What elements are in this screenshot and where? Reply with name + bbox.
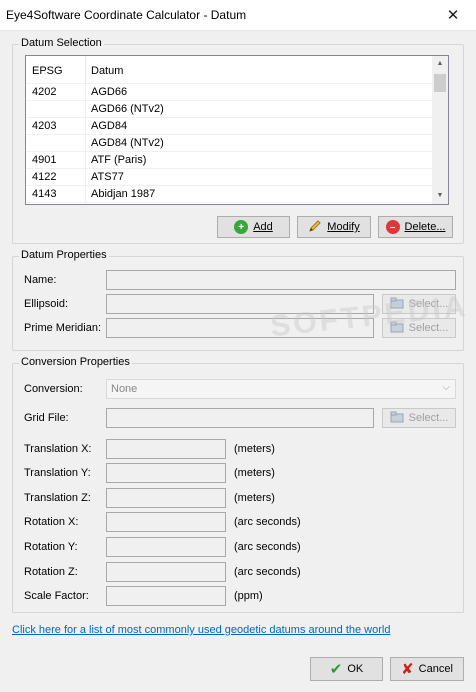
datum-selection-label: Datum Selection — [19, 37, 104, 49]
translation-x-label: Translation X: — [24, 443, 92, 455]
close-icon: ✕ — [446, 7, 460, 24]
rotation-z-label: Rotation Z: — [24, 566, 78, 578]
cancel-button-label: Cancel — [418, 663, 453, 675]
rotation-z-unit: (arc seconds) — [234, 566, 301, 578]
cell-epsg: 4143 — [32, 188, 57, 200]
scroll-down-icon[interactable]: ▼ — [432, 188, 448, 204]
plus-icon: + — [234, 220, 249, 234]
checkmark-icon: ✔ — [329, 661, 343, 678]
cell-datum: AGD84 (NTv2) — [91, 137, 164, 149]
cell-datum: AGD66 (NTv2) — [91, 103, 164, 115]
translation-z-unit: (meters) — [234, 492, 275, 504]
table-row[interactable]: 4901 ATF (Paris) — [26, 152, 433, 169]
table-row[interactable]: 4203 AGD84 — [26, 118, 433, 135]
table-row[interactable]: AGD84 (NTv2) — [26, 135, 433, 152]
cell-epsg: 4203 — [32, 120, 57, 132]
name-label: Name: — [24, 274, 57, 286]
list-header: EPSG Datum — [26, 56, 433, 84]
cell-divider — [85, 84, 86, 101]
table-row[interactable]: 4202 AGD66 — [26, 84, 433, 101]
cell-epsg: 4202 — [32, 86, 57, 98]
list-scrollbar[interactable]: ▲ ▼ — [432, 56, 448, 204]
column-divider[interactable] — [85, 56, 86, 84]
scale-factor-unit: (ppm) — [234, 590, 263, 602]
conversion-label: Conversion: — [24, 383, 83, 395]
pencil-icon — [308, 219, 322, 236]
add-button-label: Add — [253, 221, 273, 233]
conversion-dropdown-value: None — [111, 383, 138, 395]
name-input[interactable] — [106, 270, 456, 290]
ok-button-label: OK — [347, 663, 364, 675]
list-rows: 4202 AGD66 AGD66 (NTv2) 4203 AGD84 AGD84… — [26, 84, 433, 203]
cell-epsg: 4901 — [32, 154, 57, 166]
column-header-epsg[interactable]: EPSG — [32, 65, 63, 77]
folder-icon — [390, 411, 404, 426]
scroll-thumb[interactable] — [434, 74, 446, 92]
table-row[interactable]: AGD66 (NTv2) — [26, 101, 433, 118]
table-row[interactable]: 4122 ATS77 — [26, 169, 433, 186]
cell-divider — [85, 186, 86, 203]
scale-factor-label: Scale Factor: — [24, 590, 89, 602]
scale-factor-input[interactable] — [106, 586, 226, 606]
cancel-button[interactable]: ✘ Cancel — [390, 657, 464, 681]
close-button[interactable]: ✕ — [430, 0, 476, 30]
column-header-datum[interactable]: Datum — [91, 65, 123, 77]
cell-datum: Abidjan 1987 — [91, 188, 156, 200]
conversion-dropdown[interactable]: None ⌵ — [106, 379, 456, 399]
delete-icon: – — [385, 220, 400, 234]
modify-button-label: Modify — [327, 221, 360, 233]
grid-file-select-label: Select... — [408, 412, 449, 424]
datum-properties-label: Datum Properties — [19, 249, 109, 261]
ellipsoid-label: Ellipsoid: — [24, 298, 69, 310]
add-button[interactable]: + Add — [217, 216, 290, 238]
cell-datum: ATS77 — [91, 171, 124, 183]
translation-y-label: Translation Y: — [24, 467, 91, 479]
ok-button[interactable]: ✔ OK — [310, 657, 383, 681]
cell-divider — [85, 135, 86, 152]
translation-y-unit: (meters) — [234, 467, 275, 479]
grid-file-input[interactable] — [106, 408, 374, 428]
grid-file-select-button[interactable]: Select... — [382, 408, 456, 428]
cell-divider — [85, 118, 86, 135]
cancel-x-icon: ✘ — [401, 661, 414, 678]
modify-button[interactable]: Modify — [297, 216, 371, 238]
rotation-x-label: Rotation X: — [24, 516, 79, 528]
rotation-x-unit: (arc seconds) — [234, 516, 301, 528]
rotation-x-input[interactable] — [106, 512, 226, 532]
prime-meridian-label: Prime Meridian: — [24, 322, 102, 334]
rotation-y-label: Rotation Y: — [24, 541, 78, 553]
datums-list-link[interactable]: Click here for a list of most commonly u… — [12, 624, 390, 636]
translation-z-input[interactable] — [106, 488, 226, 508]
translation-x-input[interactable] — [106, 439, 226, 459]
cell-divider — [85, 101, 86, 118]
cell-epsg: 4122 — [32, 171, 57, 183]
scroll-up-icon[interactable]: ▲ — [432, 56, 448, 72]
translation-y-input[interactable] — [106, 463, 226, 483]
conversion-properties-label: Conversion Properties — [19, 356, 132, 368]
cell-datum: AGD84 — [91, 120, 128, 132]
rotation-y-input[interactable] — [106, 537, 226, 557]
delete-button[interactable]: – Delete... — [378, 216, 453, 238]
cell-divider — [85, 169, 86, 186]
rotation-y-unit: (arc seconds) — [234, 541, 301, 553]
cell-datum: AGD66 — [91, 86, 128, 98]
delete-button-label: Delete... — [404, 221, 446, 233]
rotation-z-input[interactable] — [106, 562, 226, 582]
translation-z-label: Translation Z: — [24, 492, 91, 504]
chevron-down-icon: ⌵ — [442, 382, 450, 393]
cell-divider — [85, 152, 86, 169]
title-bar: Eye4Software Coordinate Calculator - Dat… — [0, 0, 476, 31]
window-title: Eye4Software Coordinate Calculator - Dat… — [6, 8, 247, 22]
table-row[interactable]: 4143 Abidjan 1987 — [26, 186, 433, 203]
translation-x-unit: (meters) — [234, 443, 275, 455]
datum-list[interactable]: EPSG Datum 4202 AGD66 AGD66 (NTv2) 4203 … — [25, 55, 449, 205]
grid-file-label: Grid File: — [24, 412, 69, 424]
cell-datum: ATF (Paris) — [91, 154, 147, 166]
